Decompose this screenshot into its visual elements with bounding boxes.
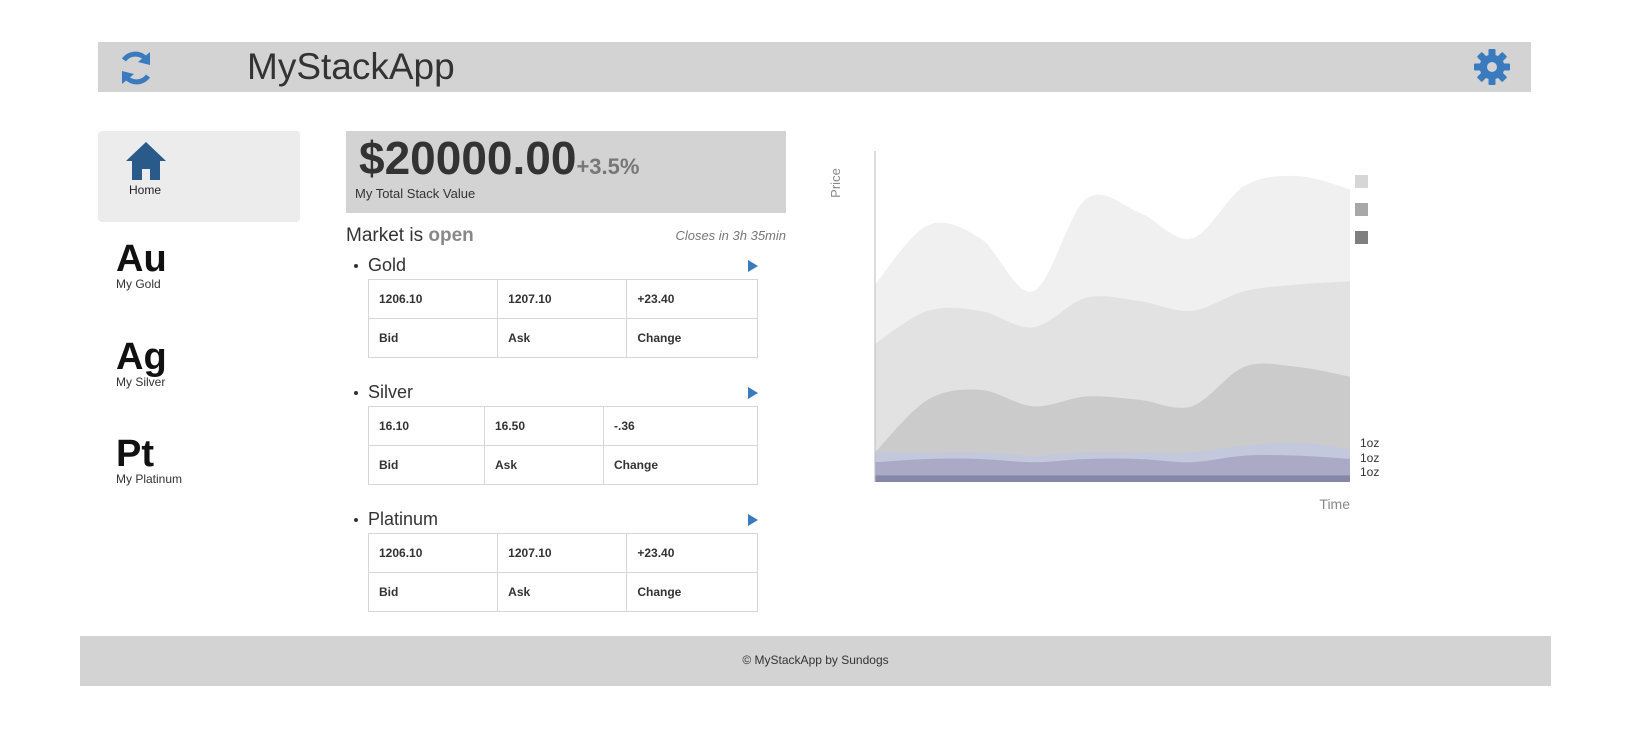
sidebar-item-label: My Platinum — [116, 472, 183, 486]
bid-header: Bid — [367, 572, 499, 612]
legend-swatch — [1355, 203, 1368, 216]
x-axis-label: Time — [1319, 496, 1350, 512]
y-axis-label: Price — [828, 168, 843, 198]
bullet — [354, 264, 358, 268]
ask-header: Ask — [497, 572, 628, 612]
metal-platinum: Platinum 1206.10 1207.10 +23.40 Bid Ask … — [346, 509, 786, 612]
total-stack-value: $20000.00+3.5% — [359, 131, 639, 185]
ask-value: 16.50 — [484, 406, 604, 446]
ask-value: 1207.10 — [497, 279, 628, 319]
quote-table: 1206.10 1207.10 +23.40 Bid Ask Change — [367, 279, 758, 358]
metal-name: Gold — [368, 255, 407, 275]
play-arrow-icon[interactable] — [748, 260, 758, 272]
total-value: $20000.00 — [359, 132, 577, 184]
sidebar-item-label: My Silver — [116, 375, 166, 389]
silver-symbol: Ag — [116, 336, 167, 378]
series-inline-label: 1oz silver — [1360, 465, 1380, 479]
legend-swatch — [1355, 175, 1368, 188]
ask-header: Ask — [484, 445, 604, 485]
market-prefix: Market is — [346, 225, 429, 246]
refresh-icon[interactable] — [116, 48, 156, 88]
bid-value: 16.10 — [368, 406, 485, 446]
change-header: Change — [626, 318, 758, 358]
stack-summary: $20000.00+3.5% My Total Stack Value — [346, 131, 786, 213]
sidebar-item-platinum[interactable]: Pt My Platinum — [116, 434, 286, 514]
ask-header: Ask — [497, 318, 628, 358]
play-arrow-icon[interactable] — [748, 387, 758, 399]
market-status: Market is open — [346, 225, 474, 247]
home-icon — [126, 142, 166, 180]
sidebar-item-home[interactable]: Home — [98, 131, 300, 222]
metal-name: Platinum — [368, 509, 439, 529]
market-state: open — [428, 225, 474, 246]
bid-header: Bid — [368, 445, 485, 485]
bid-value: 1206.10 — [367, 533, 499, 573]
ask-value: 1207.10 — [497, 533, 628, 573]
footer: © MyStackApp by Sundogs — [80, 636, 1551, 686]
market-closes: Closes in 3h 35min — [675, 228, 786, 243]
bullet — [354, 391, 358, 395]
change-value: +23.40 — [626, 279, 758, 319]
sidebar-item-label: Home — [129, 183, 162, 197]
change-header: Change — [626, 572, 758, 612]
change-header: Change — [603, 445, 758, 485]
quote-table: 1206.10 1207.10 +23.40 Bid Ask Change — [367, 533, 758, 612]
change-value: +23.40 — [626, 533, 758, 573]
app-title: MyStackApp — [247, 46, 455, 87]
bid-header: Bid — [367, 318, 499, 358]
sidebar-item-gold[interactable]: Au My Gold — [116, 239, 286, 319]
area-series-1oz-silver — [875, 475, 1350, 482]
series-inline-label: 1oz Gold — [1360, 436, 1380, 450]
stack-value-label: My Total Stack Value — [355, 186, 476, 201]
metal-gold: Gold 1206.10 1207.10 +23.40 Bid Ask Chan… — [346, 255, 786, 358]
footer-text: © MyStackApp by Sundogs — [742, 653, 889, 667]
chart-svg: PriceTimeGold TotalPlatinum TotalSilver … — [828, 151, 1380, 512]
app-header: MyStackApp — [98, 42, 1531, 92]
legend-swatch — [1355, 231, 1368, 244]
platinum-symbol: Pt — [116, 433, 154, 475]
change-value: -.36 — [603, 406, 758, 446]
bid-value: 1206.10 — [367, 279, 499, 319]
change-percent: +3.5% — [576, 154, 640, 179]
price-chart: PriceTimeGold TotalPlatinum TotalSilver … — [820, 145, 1380, 515]
play-arrow-icon[interactable] — [748, 514, 758, 526]
gear-icon[interactable] — [1473, 48, 1511, 86]
metal-name: Silver — [368, 382, 414, 402]
series-inline-label: 1oz Platinum — [1360, 451, 1380, 465]
bullet — [354, 518, 358, 522]
metal-silver: Silver 16.10 16.50 -.36 Bid Ask Change — [346, 382, 786, 485]
sidebar-item-label: My Gold — [116, 277, 161, 291]
sidebar-item-silver[interactable]: Ag My Silver — [116, 337, 286, 417]
gold-symbol: Au — [116, 238, 167, 280]
quote-table: 16.10 16.50 -.36 Bid Ask Change — [368, 406, 758, 485]
